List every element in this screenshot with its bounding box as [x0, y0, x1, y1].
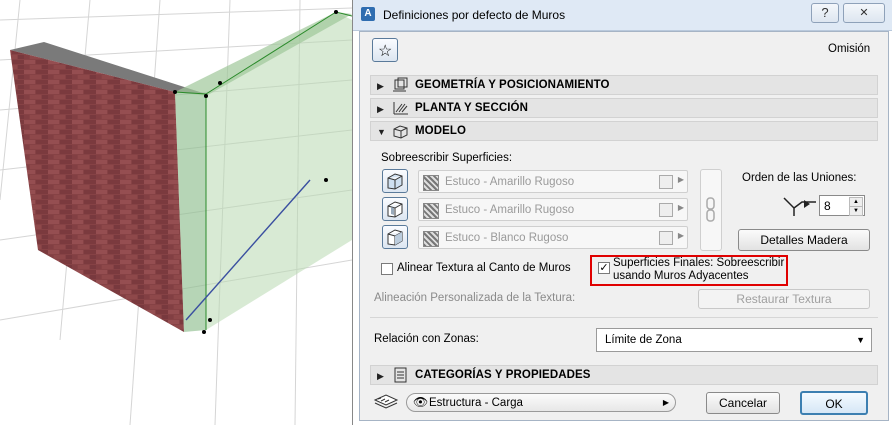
section-label: PLANTA Y SECCIÓN [415, 102, 528, 114]
section-label: GEOMETRÍA Y POSICIONAMIENTO [415, 79, 610, 91]
edge-face-override-button[interactable] [382, 197, 408, 221]
restore-texture-button[interactable]: Restaurar Textura [698, 289, 870, 309]
link-surfaces-button[interactable] [700, 169, 722, 251]
junction-order-value: 8 [824, 199, 831, 213]
align-texture-label: Alinear Textura al Canto de Muros [397, 262, 571, 274]
ok-button[interactable]: OK [800, 391, 868, 415]
final-surfaces-label-line2: usando Muros Adyacentes [613, 270, 749, 282]
collapse-arrow-icon: ▼ [377, 127, 386, 137]
surface-field-inside[interactable]: Estuco - Blanco Rugoso ▶ [418, 226, 688, 249]
chevron-down-icon: ▼ [856, 335, 865, 345]
section-plan-section[interactable]: ▶ PLANTA Y SECCIÓN [370, 98, 878, 118]
surface-picker-icon [659, 231, 673, 245]
divider [370, 317, 878, 318]
surface-field-outside[interactable]: Estuco - Amarillo Rugoso ▶ [418, 170, 688, 193]
chevron-right-icon: ▶ [677, 203, 684, 212]
junction-order-label: Orden de las Uniones: [742, 172, 857, 184]
eye-icon: 👁 [413, 395, 429, 409]
geometry-icon [393, 77, 408, 92]
outside-face-icon [387, 173, 403, 190]
default-label: Omisión [828, 43, 871, 55]
expand-arrow-icon: ▶ [377, 81, 384, 91]
surface-name: Estuco - Blanco Rugoso [445, 232, 569, 244]
surface-name: Estuco - Amarillo Rugoso [445, 176, 575, 188]
expand-arrow-icon: ▶ [377, 104, 384, 114]
layer-value: Estructura - Carga [429, 397, 523, 409]
chevron-right-icon: ▶ [662, 398, 669, 407]
wall-preview [0, 0, 352, 425]
categories-icon [394, 367, 407, 383]
section-categories-properties[interactable]: ▶ CATEGORÍAS Y PROPIEDADES [370, 365, 878, 385]
help-button[interactable]: ? [811, 3, 839, 23]
plan-section-icon [393, 102, 408, 115]
3d-viewport[interactable] [0, 0, 352, 425]
dialog-body: ☆ Omisión ▶ GEOMETRÍA Y POSICIONAMIENTO … [359, 31, 889, 421]
section-label: MODELO [415, 125, 467, 137]
surface-picker-icon [659, 203, 673, 217]
surface-swatch [423, 203, 439, 219]
inside-face-override-button[interactable] [382, 225, 408, 249]
favorites-button[interactable]: ☆ [372, 38, 398, 62]
expand-arrow-icon: ▶ [377, 371, 384, 381]
layers-icon [373, 394, 399, 409]
inside-face-icon [387, 229, 403, 246]
zone-relation-value: Límite de Zona [605, 334, 682, 346]
archicad-app-icon: A [361, 7, 375, 21]
junction-order-input[interactable]: 8 ▲ ▼ [819, 195, 865, 216]
cancel-button[interactable]: Cancelar [706, 392, 780, 414]
surface-name: Estuco - Amarillo Rugoso [445, 204, 575, 216]
zone-relation-select[interactable]: Límite de Zona ▼ [596, 328, 872, 352]
spin-down-icon[interactable]: ▼ [849, 206, 863, 216]
final-surfaces-label-line1: Superficies Finales: Sobreescribir [613, 257, 785, 269]
section-geometry[interactable]: ▶ GEOMETRÍA Y POSICIONAMIENTO [370, 75, 878, 95]
surface-field-edge[interactable]: Estuco - Amarillo Rugoso ▶ [418, 198, 688, 221]
window-title: Definiciones por defecto de Muros [383, 8, 566, 22]
chain-link-icon [706, 197, 715, 222]
section-label: CATEGORÍAS Y PROPIEDADES [415, 369, 591, 381]
final-surfaces-checkbox[interactable]: ✓ [598, 262, 610, 274]
timber-details-button[interactable]: Detalles Madera [738, 229, 870, 251]
star-icon: ☆ [378, 43, 393, 60]
model-icon [393, 125, 408, 139]
outside-face-override-button[interactable] [382, 169, 408, 193]
align-texture-checkbox[interactable] [381, 263, 393, 275]
surface-swatch [423, 175, 439, 191]
custom-texture-alignment-label: Alineación Personalizada de la Textura: [374, 292, 576, 304]
junction-order-icon [783, 197, 816, 216]
override-surfaces-label: Sobreescribir Superficies: [381, 152, 513, 164]
chevron-right-icon: ▶ [677, 231, 684, 240]
surface-picker-icon [659, 175, 673, 189]
chevron-right-icon: ▶ [677, 175, 684, 184]
section-model[interactable]: ▼ MODELO [370, 121, 878, 141]
layer-select[interactable]: 👁 Estructura - Carga ▶ [406, 393, 676, 412]
title-bar[interactable]: A Definiciones por defecto de Muros ? ✕ [353, 0, 892, 31]
zone-relation-label: Relación con Zonas: [374, 333, 479, 345]
edge-face-icon [387, 201, 403, 218]
close-button[interactable]: ✕ [843, 3, 885, 23]
wall-default-settings-dialog: A Definiciones por defecto de Muros ? ✕ … [352, 0, 892, 425]
surface-swatch [423, 231, 439, 247]
